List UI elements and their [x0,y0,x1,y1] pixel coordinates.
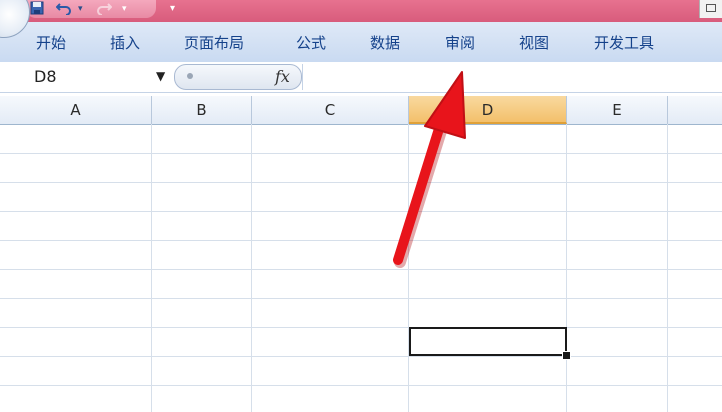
tab-developer[interactable]: 开发工具 [594,32,654,53]
column-header-b[interactable]: B [152,96,252,124]
cell-grid[interactable] [0,124,722,412]
grid-line [0,240,722,241]
column-headers: A B C D E F [0,96,722,125]
grid-line [0,385,722,386]
formula-input[interactable] [302,64,722,90]
column-header-e[interactable]: E [567,96,668,124]
grid-line [0,298,722,299]
tab-page-layout[interactable]: 页面布局 [184,32,244,53]
column-header-d[interactable]: D [409,96,567,124]
title-bar: ▾ ▾ ▾ [0,0,722,22]
chevron-down-icon[interactable]: ▾ [170,1,175,17]
column-header-f[interactable]: F [668,96,722,124]
chevron-down-icon[interactable]: ▼ [156,69,165,83]
ribbon-tab-bar: 开始 插入 页面布局 公式 数据 审阅 视图 开发工具 [0,22,722,63]
tab-home[interactable]: 开始 [36,32,66,53]
tab-formulas[interactable]: 公式 [296,32,326,53]
grid-line [408,124,409,412]
formula-bar-controls: fx [174,64,302,90]
grid-line [0,153,722,154]
fill-handle[interactable] [562,351,571,360]
grid-line [0,182,722,183]
undo-icon[interactable] [55,1,72,17]
restore-window-button[interactable] [699,0,722,18]
formula-bar: D8 ▼ fx [0,62,722,93]
grid-line [0,356,722,357]
redo-icon[interactable] [96,1,113,17]
grid-line [251,124,252,412]
undo-dropdown-icon[interactable]: ▾ [78,1,83,17]
restore-icon [706,4,716,12]
column-header-c[interactable]: C [252,96,409,124]
tab-insert[interactable]: 插入 [110,32,140,53]
grid-line [0,327,722,328]
insert-function-icon[interactable]: fx [275,67,290,86]
save-icon[interactable] [30,1,44,17]
column-header-a[interactable]: A [0,96,152,124]
grid-line [151,124,152,412]
active-cell[interactable] [409,327,567,356]
grid-line [0,269,722,270]
tab-data[interactable]: 数据 [370,32,400,53]
grid-line [0,211,722,212]
grid-line [566,124,567,412]
name-box[interactable]: D8 ▼ [4,66,170,88]
tab-review[interactable]: 审阅 [445,32,475,53]
splitter-handle[interactable] [187,73,193,79]
name-box-value: D8 [34,67,57,86]
quick-access-toolbar: ▾ ▾ [26,0,156,18]
redo-dropdown-icon[interactable]: ▾ [122,1,127,17]
grid-line [667,124,668,412]
tab-view[interactable]: 视图 [519,32,549,53]
